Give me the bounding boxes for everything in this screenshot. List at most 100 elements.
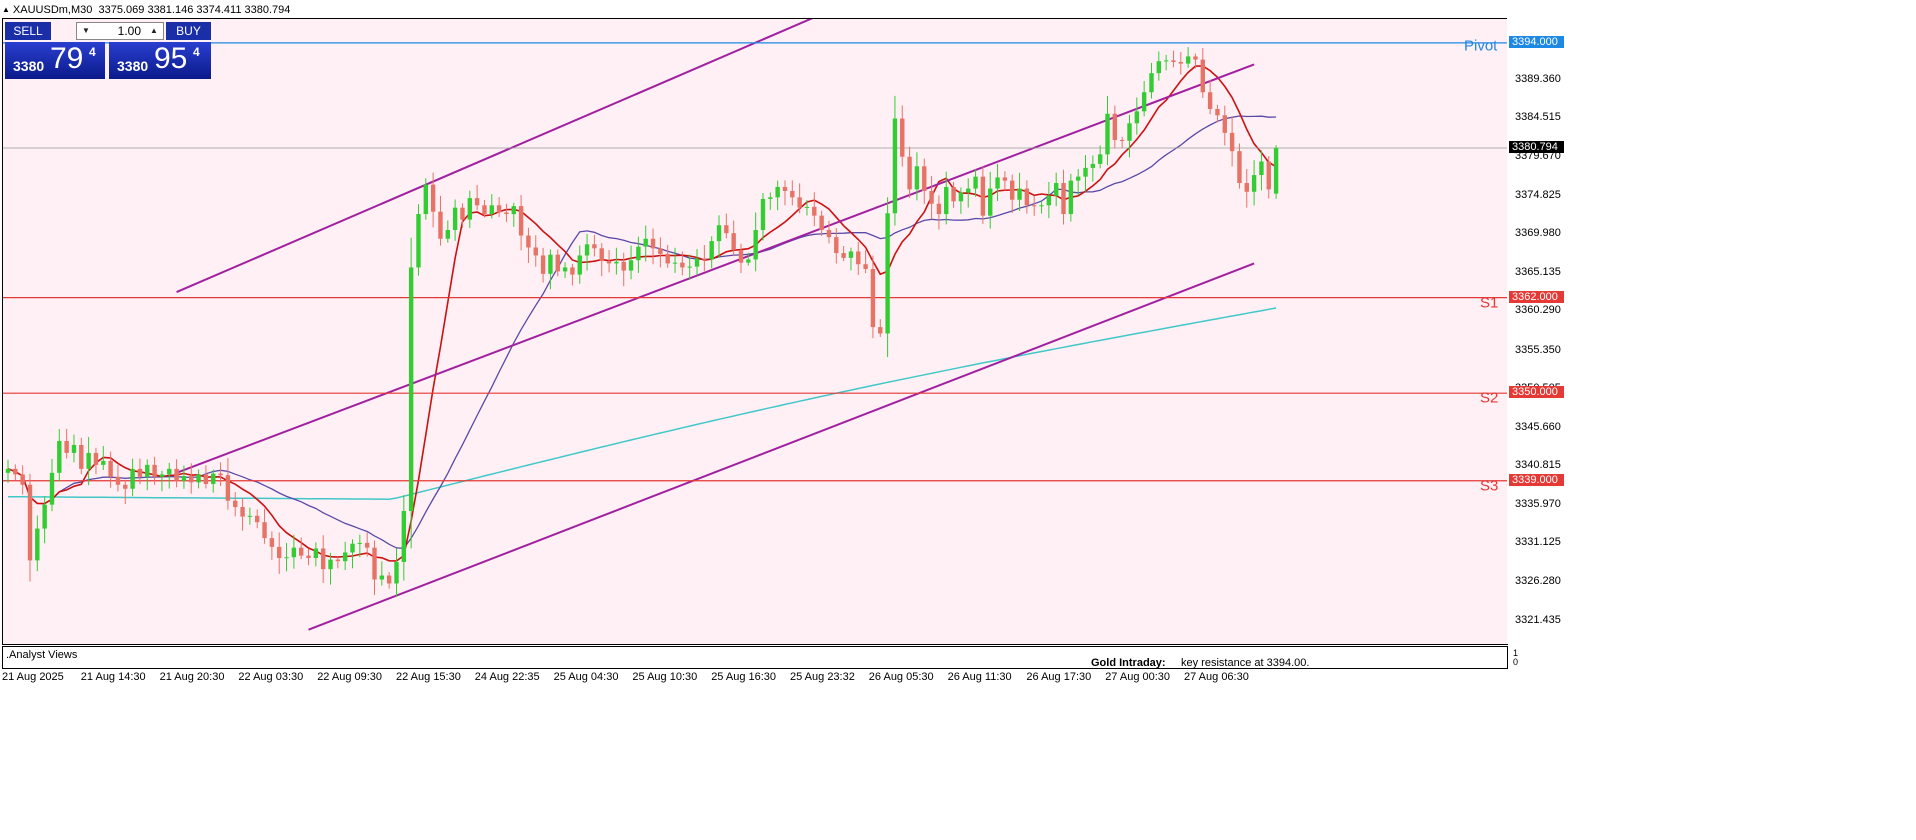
- candle-body: [474, 198, 480, 206]
- candle-body: [621, 261, 626, 271]
- candle-body: [1112, 113, 1118, 141]
- lot-size-input[interactable]: ▼ 1.00 ▲: [76, 22, 164, 40]
- candle-body: [944, 186, 949, 215]
- candle-body: [1273, 148, 1279, 194]
- candle-body: [123, 484, 128, 489]
- candle-body: [841, 253, 846, 258]
- chart-title-bar: ▲ XAUUSDm,M30 3375.069 3381.146 3374.411 …: [2, 2, 290, 18]
- price-chart: [3, 19, 1507, 631]
- candle-body: [1215, 108, 1220, 116]
- candle-body: [394, 561, 399, 584]
- candle-body: [709, 241, 714, 260]
- price-tick-label: 3331.125: [1515, 536, 1561, 549]
- candle-body: [687, 266, 692, 268]
- candle-body: [20, 474, 25, 485]
- candle-body: [79, 444, 84, 469]
- candle-body: [42, 504, 47, 529]
- candle-body: [885, 213, 890, 334]
- main-chart-area[interactable]: [2, 18, 1508, 645]
- time-tick-label: 25 Aug 10:30: [632, 671, 698, 683]
- candle-body: [196, 474, 201, 483]
- sell-button[interactable]: SELL: [5, 22, 51, 40]
- level-name-s2: S2: [1480, 389, 1499, 407]
- candle-body: [1075, 176, 1081, 181]
- indicator-label: .Analyst Views: [6, 649, 78, 661]
- price-tick-label: 3369.980: [1515, 227, 1561, 240]
- lot-size-value: 1.00: [117, 24, 141, 38]
- candle-body: [218, 473, 223, 476]
- channel-lower-line: [308, 262, 1255, 631]
- subwindow-axis-min: 0: [1513, 657, 1519, 667]
- candle-body: [892, 118, 898, 214]
- sell-price-box[interactable]: 3380 79 4: [5, 42, 105, 79]
- candle-body: [233, 500, 238, 508]
- candle-body: [1010, 180, 1015, 200]
- candle-body: [306, 555, 311, 559]
- candle-body: [211, 473, 216, 484]
- candle-body: [988, 188, 993, 216]
- lot-decrease-icon[interactable]: ▼: [78, 24, 94, 38]
- candle-body: [408, 267, 414, 512]
- candle-body: [753, 229, 758, 260]
- buy-button[interactable]: BUY: [166, 22, 211, 40]
- level-price-tag-s3: 3339.000: [1509, 473, 1564, 486]
- candle-body: [86, 452, 91, 469]
- price-tick-label: 3384.515: [1515, 111, 1561, 124]
- candle-body: [93, 452, 99, 465]
- price-tick-label: 3321.435: [1515, 613, 1561, 626]
- price-tick-label: 3335.970: [1515, 497, 1561, 510]
- candle-body: [35, 528, 40, 561]
- price-tick-label: 3326.280: [1515, 575, 1561, 588]
- collapse-triangle-icon[interactable]: ▲: [2, 2, 10, 18]
- candle-body: [1119, 140, 1125, 142]
- candle-body: [137, 468, 143, 477]
- candle-body: [1141, 92, 1147, 112]
- candle-body: [328, 559, 333, 570]
- price-axis[interactable]: [1507, 18, 1916, 644]
- buy-price-pips: 95: [154, 42, 188, 75]
- candle-body: [878, 327, 883, 334]
- candle-body: [995, 177, 1000, 189]
- time-tick-label: 25 Aug 16:30: [711, 671, 777, 683]
- candle-body: [225, 475, 231, 501]
- candle-body: [768, 197, 773, 199]
- candle-body: [555, 254, 560, 272]
- candle-body: [1017, 188, 1022, 200]
- candle-body: [914, 166, 920, 190]
- lot-increase-icon[interactable]: ▲: [146, 24, 162, 38]
- candle-body: [145, 464, 150, 477]
- candle-body: [856, 251, 861, 265]
- candle-body: [1251, 175, 1257, 192]
- time-tick-label: 21 Aug 2025: [2, 671, 64, 683]
- candle-body: [101, 460, 106, 465]
- buy-price-box[interactable]: 3380 95 4: [109, 42, 211, 79]
- candle-body: [716, 225, 722, 242]
- candle-body: [5, 468, 11, 473]
- candle-body: [1171, 60, 1176, 62]
- candle-body: [1185, 56, 1191, 64]
- candle-body: [1207, 92, 1213, 109]
- indicator-subwindow[interactable]: .Analyst Views Gold Intraday: key resist…: [2, 646, 1508, 669]
- candle-body: [342, 552, 348, 562]
- candle-body: [804, 206, 810, 208]
- candle-body: [1163, 60, 1169, 62]
- candle-body: [1222, 115, 1227, 133]
- candle-body: [929, 190, 934, 204]
- candle-body: [980, 176, 986, 216]
- candle-body: [460, 207, 465, 220]
- candle-body: [834, 237, 839, 254]
- candle-body: [1053, 183, 1059, 196]
- candle-body: [973, 176, 978, 189]
- candle-body: [320, 548, 326, 570]
- price-tick-label: 3374.825: [1515, 188, 1561, 201]
- candle-body: [1097, 154, 1103, 164]
- candle-body: [299, 547, 304, 556]
- candle-body: [900, 118, 905, 157]
- candle-body: [775, 186, 780, 198]
- time-tick-label: 26 Aug 05:30: [868, 671, 934, 683]
- candle-body: [482, 205, 487, 215]
- candle-body: [262, 522, 267, 539]
- time-axis[interactable]: 21 Aug 2025 21 Aug 14:30 21 Aug 20:30 22 Au…: [0, 668, 1916, 686]
- candle-body: [452, 207, 458, 230]
- candle-body: [848, 251, 854, 258]
